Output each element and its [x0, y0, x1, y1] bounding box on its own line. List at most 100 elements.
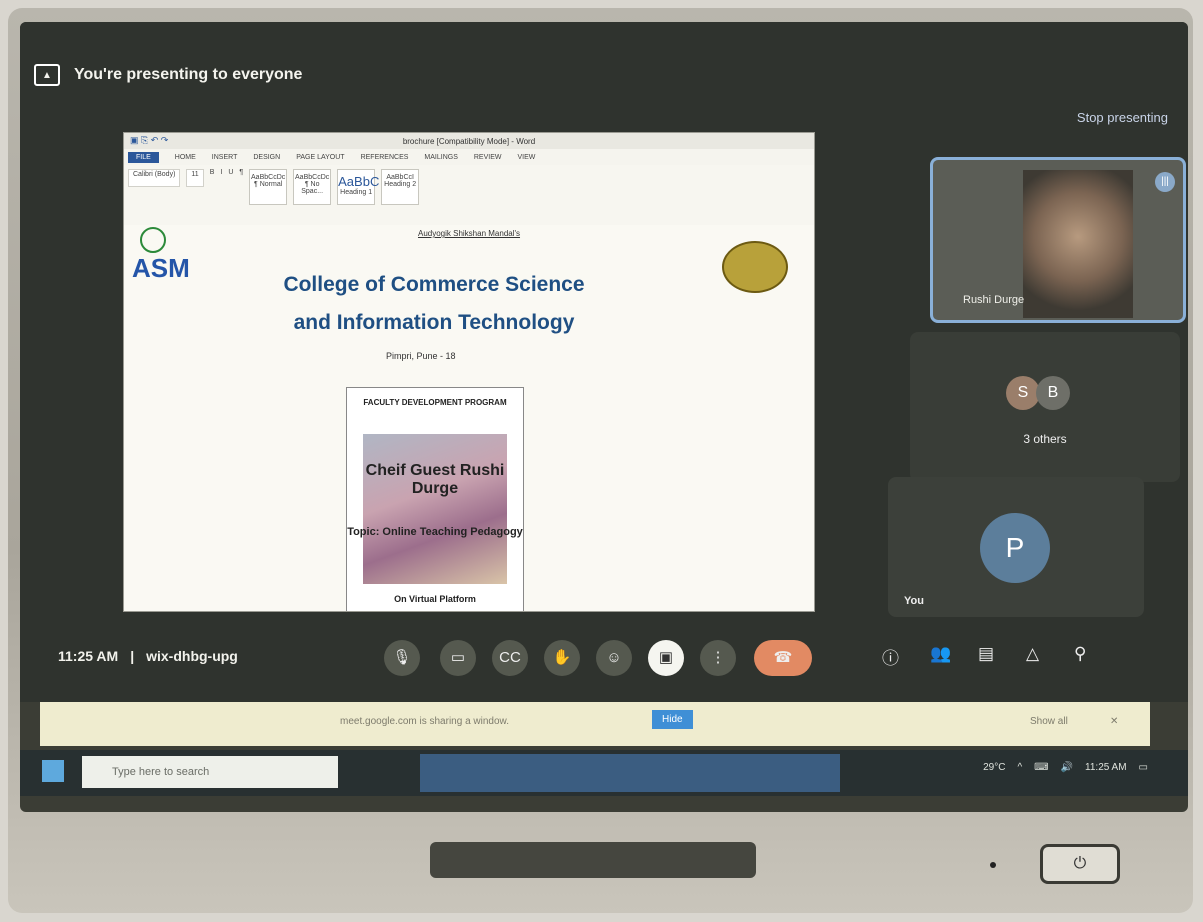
poster-artwork	[363, 434, 507, 584]
ribbon-home: Calibri (Body) 11 B I U ¶ AaBbCcDc ¶ Norm…	[124, 165, 814, 232]
captions-button[interactable]: CC	[492, 640, 528, 676]
show-all-button[interactable]: Show all	[1030, 716, 1068, 727]
ribbon-tabs: FILE HOME INSERT DESIGN PAGE LAYOUT REFE…	[124, 149, 814, 165]
camera-button[interactable]: ▭	[440, 640, 476, 676]
windows-start-icon[interactable]	[42, 760, 64, 782]
more-options-button[interactable]: ⋮	[700, 640, 736, 676]
hardware-buttons[interactable]	[430, 842, 756, 878]
taskbar-search-input[interactable]: Type here to search	[82, 756, 338, 788]
asm-emblem-icon	[140, 227, 166, 253]
italic-icon[interactable]: I	[220, 169, 222, 176]
present-now-button[interactable]: ▣	[648, 640, 684, 676]
system-tray: 29°C ^ ⌨ 🔊 11:25 AM ▭	[983, 762, 1148, 773]
word-titlebar: ▣ ⎘ ↶ ↷ brochure [Compatibility Mode] - …	[124, 133, 814, 149]
tab-references[interactable]: REFERENCES	[361, 154, 409, 161]
speaking-indicator-icon: |||	[1155, 172, 1175, 192]
leave-call-button[interactable]: ☎	[754, 640, 812, 676]
word-window: ▣ ⎘ ↶ ↷ brochure [Compatibility Mode] - …	[123, 132, 815, 612]
tray-chevron-icon[interactable]: ^	[1017, 762, 1022, 773]
underline-icon[interactable]: U	[228, 169, 233, 176]
participant-name: Rushi Durge	[963, 294, 1025, 306]
windows-taskbar: Type here to search 29°C ^ ⌨ 🔊 11:25 AM …	[20, 750, 1188, 796]
chat-icon[interactable]: ▤	[978, 644, 994, 664]
style-heading-1[interactable]: AaBbC Heading 1	[337, 169, 380, 205]
college-seal-icon	[722, 241, 788, 293]
taskbar-app-icons[interactable]	[420, 754, 840, 792]
word-window-title: brochure [Compatibility Mode] - Word	[402, 136, 536, 146]
meeting-time: 11:25 AM	[58, 648, 119, 664]
tab-mailings[interactable]: MAILINGS	[424, 154, 457, 161]
stop-presenting-button[interactable]: Stop presenting	[1077, 110, 1168, 125]
style-heading-1-label: Heading 1	[340, 189, 373, 196]
volume-icon[interactable]: 🔊	[1061, 762, 1073, 773]
style-no-spacing[interactable]: AaBbCcDc ¶ No Spac...	[293, 169, 332, 205]
style-no-spacing-label: ¶ No Spac...	[301, 181, 324, 195]
bold-icon[interactable]: B	[210, 169, 215, 176]
hide-notice-button[interactable]: Hide	[652, 710, 693, 729]
status-led	[990, 862, 996, 868]
tab-review[interactable]: REVIEW	[474, 154, 502, 161]
mic-button[interactable]: 🎙	[384, 640, 420, 676]
document-page[interactable]: Audyogik Shikshan Mandal's ASM College o…	[124, 225, 814, 611]
you-label: You	[904, 595, 924, 607]
notifications-icon[interactable]: ▭	[1139, 762, 1148, 773]
style-heading-1-preview: AaBbC	[338, 174, 380, 189]
style-no-spacing-preview: AaBbCcDc	[295, 174, 330, 181]
quick-access-toolbar[interactable]: ▣ ⎘ ↶ ↷	[130, 135, 168, 146]
tab-insert[interactable]: INSERT	[212, 154, 238, 161]
reactions-button[interactable]: ☺	[596, 640, 632, 676]
style-normal-label: ¶ Normal	[254, 181, 283, 188]
avatar-b: B	[1036, 376, 1070, 410]
poster-footer: On Virtual Platform	[394, 594, 476, 604]
self-tile[interactable]: P You	[888, 477, 1144, 617]
people-icon[interactable]: 👥	[930, 644, 951, 664]
font-size-select[interactable]: 11	[186, 169, 204, 187]
meeting-code: wix-dhbg-upg	[146, 648, 238, 664]
college-name-line2: and Information Technology	[293, 311, 575, 334]
taskbar-clock[interactable]: 11:25 AM	[1085, 762, 1127, 773]
host-controls-icon[interactable]: ⚲	[1074, 644, 1086, 664]
screen: ▲ You're presenting to everyone Stop pre…	[20, 22, 1188, 812]
avatar-s: S	[1006, 376, 1040, 410]
tab-file[interactable]: FILE	[128, 151, 159, 163]
activities-icon[interactable]: △	[1026, 644, 1039, 664]
college-name-line1: College of Commerce Science	[283, 273, 585, 296]
meeting-separator: |	[130, 648, 135, 664]
power-button[interactable]: ⏻	[1040, 844, 1120, 884]
others-tile[interactable]: S B 3 others	[910, 332, 1180, 482]
font-name-select[interactable]: Calibri (Body)	[128, 169, 181, 187]
style-normal[interactable]: AaBbCcDc ¶ Normal	[249, 169, 288, 205]
presenting-banner: ▲ You're presenting to everyone	[34, 64, 302, 86]
participant-video	[1023, 170, 1133, 318]
tab-view[interactable]: VIEW	[517, 154, 535, 161]
participant-tile-main[interactable]: Rushi Durge |||	[930, 157, 1186, 323]
style-heading-2[interactable]: AaBbCcI Heading 2	[381, 169, 420, 205]
raise-hand-button[interactable]: ✋	[544, 640, 580, 676]
others-label: 3 others	[1023, 432, 1067, 446]
info-icon[interactable]: ⓘ	[882, 644, 899, 669]
presenting-text: You're presenting to everyone	[74, 66, 303, 83]
sharing-notice-bar: meet.google.com is sharing a window. Hid…	[40, 702, 1150, 746]
style-normal-preview: AaBbCcDc	[251, 174, 286, 181]
style-heading-2-label: Heading 2	[384, 181, 417, 188]
meet-controls: 11:25 AM | wix-dhbg-upg 🎙 ▭ CC ✋ ☺ ▣ ⋮ ☎…	[20, 630, 1188, 686]
tab-page-layout[interactable]: PAGE LAYOUT	[296, 154, 344, 161]
paragraph-icon[interactable]: ¶	[239, 169, 243, 176]
doc-header: Audyogik Shikshan Mandal's	[417, 229, 521, 238]
tab-home[interactable]: HOME	[175, 154, 196, 161]
network-icon[interactable]: ⌨	[1034, 762, 1048, 773]
style-heading-2-preview: AaBbCcI	[386, 174, 414, 181]
fdp-poster: FACULTY DEVELOPMENT PROGRAM Cheif Guest …	[346, 387, 524, 611]
college-place: Pimpri, Pune - 18	[386, 351, 456, 361]
poster-topic: Topic: Online Teaching Pedagogy	[347, 526, 523, 538]
meet-window: ▲ You're presenting to everyone Stop pre…	[20, 22, 1188, 702]
close-icon[interactable]: ✕	[1110, 716, 1118, 727]
poster-guest: Cheif Guest Rushi Durge	[365, 462, 505, 497]
weather-widget[interactable]: 29°C	[983, 762, 1005, 773]
asm-logo: ASM	[132, 253, 190, 283]
tab-design[interactable]: DESIGN	[253, 154, 280, 161]
meeting-info: 11:25 AM | wix-dhbg-upg	[58, 648, 238, 664]
present-screen-icon: ▲	[34, 64, 60, 86]
avatar-p: P	[980, 513, 1050, 583]
poster-title: FACULTY DEVELOPMENT PROGRAM	[363, 398, 507, 407]
